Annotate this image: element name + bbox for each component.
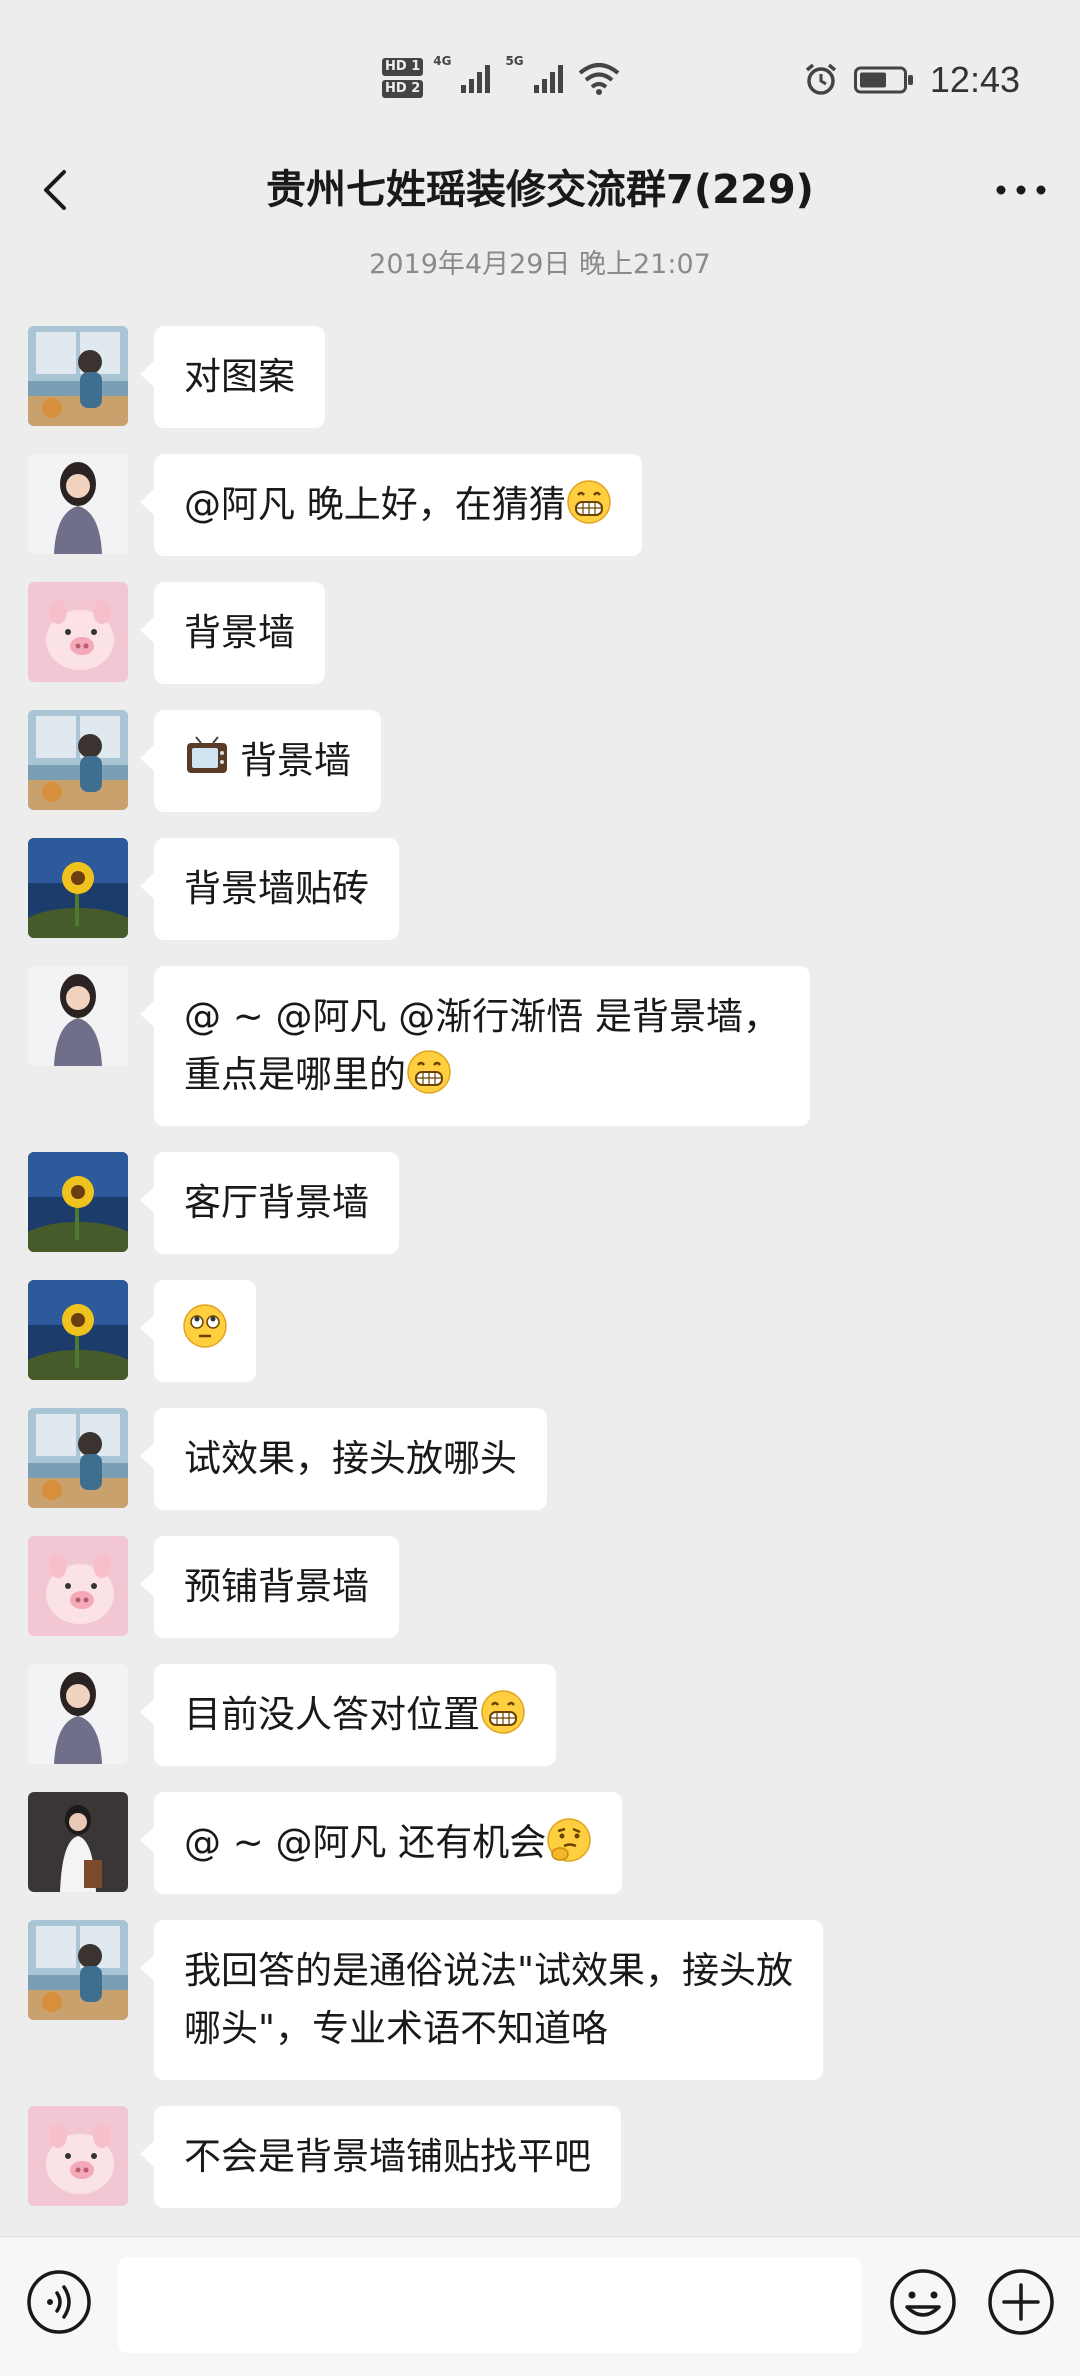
- message-bubble[interactable]: @阿凡 晚上好，在猜猜: [140, 454, 642, 556]
- message-item: [28, 1280, 256, 1382]
- tv-emoji-icon: [184, 735, 230, 781]
- avatar[interactable]: [28, 1920, 128, 2020]
- message-text: 客厅背景墙: [184, 1181, 369, 1224]
- avatar[interactable]: [28, 582, 128, 682]
- grin-emoji-icon: [566, 479, 612, 525]
- message-bubble[interactable]: 对图案: [140, 326, 325, 428]
- message-bubble[interactable]: 背景墙: [140, 710, 381, 812]
- message-bubble[interactable]: 试效果，接头放哪头: [140, 1408, 547, 1510]
- emoji-icon[interactable]: [888, 2267, 958, 2337]
- back-arrow-icon[interactable]: [28, 160, 88, 220]
- message-bubble[interactable]: 我回答的是通俗说法"试效果，接头放 哪头"，专业术语不知道咯: [139, 1920, 824, 2080]
- chat-header: 贵州七姓瑶装修交流群7(229): [0, 140, 1080, 240]
- voice-icon[interactable]: [26, 2269, 92, 2335]
- message-text-line: @ ~ @阿凡 @渐行渐悟 是背景墙，: [184, 995, 781, 1038]
- message-text: 预铺背景墙: [184, 1565, 369, 1608]
- message-item: 背景墙: [28, 710, 381, 812]
- status-bar: HD 1 HD 2 4G 5G 12:43: [0, 0, 1080, 140]
- message-text-line: 重点是哪里的: [184, 1053, 406, 1096]
- message-bubble[interactable]: 预铺背景墙: [140, 1536, 399, 1638]
- avatar[interactable]: [28, 838, 128, 938]
- message-item: @阿凡 晚上好，在猜猜: [28, 454, 642, 556]
- message-text: 目前没人答对位置: [184, 1693, 480, 1736]
- signal-icon: [461, 65, 491, 93]
- message-bubble[interactable]: 背景墙: [140, 582, 325, 684]
- message-bubble[interactable]: [140, 1280, 256, 1382]
- message-item: 我回答的是通俗说法"试效果，接头放 哪头"，专业术语不知道咯: [28, 1920, 824, 2080]
- message-text: 试效果，接头放哪头: [184, 1437, 517, 1480]
- avatar[interactable]: [28, 710, 128, 810]
- status-right: 12:43: [804, 52, 1020, 108]
- message-text: 背景墙贴砖: [184, 867, 369, 910]
- message-item: 背景墙贴砖: [28, 838, 399, 940]
- message-bubble[interactable]: 背景墙贴砖: [140, 838, 399, 940]
- message-item: 试效果，接头放哪头: [28, 1408, 547, 1510]
- thinking-emoji-icon: [546, 1817, 592, 1863]
- eyeroll-emoji-icon: [182, 1303, 228, 1349]
- message-bubble[interactable]: 客厅背景墙: [140, 1152, 399, 1254]
- message-bubble[interactable]: @ ~ @阿凡 还有机会: [139, 1792, 623, 1894]
- clock-time: 12:43: [929, 59, 1020, 100]
- message-text: 背景墙: [240, 739, 351, 782]
- avatar[interactable]: [28, 2106, 128, 2206]
- message-item: 不会是背景墙铺贴找平吧: [28, 2106, 621, 2208]
- message-text: 背景墙: [184, 611, 295, 654]
- message-input[interactable]: [118, 2257, 862, 2353]
- avatar[interactable]: [28, 454, 128, 554]
- alarm-icon: [805, 63, 837, 95]
- message-item: 目前没人答对位置: [28, 1664, 556, 1766]
- chat-title: 贵州七姓瑶装修交流群7(229): [266, 167, 814, 213]
- network-type-2: 5G: [505, 54, 524, 68]
- message-item: 预铺背景墙: [28, 1536, 399, 1638]
- grin-emoji-icon: [480, 1689, 526, 1735]
- wifi-icon: [578, 63, 619, 95]
- avatar[interactable]: [28, 1792, 128, 1892]
- message-text: @阿凡 晚上好，在猜猜: [184, 483, 566, 526]
- network-type-1: 4G: [433, 54, 452, 68]
- avatar[interactable]: [28, 1664, 128, 1764]
- avatar[interactable]: [28, 326, 128, 426]
- message-text-line: 我回答的是通俗说法"试效果，接头放: [184, 1949, 794, 1992]
- avatar[interactable]: [28, 1408, 128, 1508]
- plus-icon[interactable]: [986, 2267, 1056, 2337]
- battery-icon: [853, 66, 913, 94]
- message-item: @ ~ @阿凡 还有机会: [28, 1792, 623, 1894]
- input-bar: [0, 2236, 1080, 2376]
- more-options-icon[interactable]: [986, 160, 1056, 220]
- message-item: 对图案: [28, 326, 325, 428]
- message-item: @ ~ @阿凡 @渐行渐悟 是背景墙， 重点是哪里的: [28, 966, 811, 1126]
- message-text: 对图案: [184, 355, 295, 398]
- message-text: 不会是背景墙铺贴找平吧: [184, 2135, 591, 2178]
- hd2-badge: HD 2: [382, 80, 424, 98]
- message-text: @ ~ @阿凡 还有机会: [184, 1821, 547, 1864]
- avatar[interactable]: [28, 1152, 128, 1252]
- grin-emoji-icon: [406, 1049, 452, 1095]
- message-bubble[interactable]: 不会是背景墙铺贴找平吧: [140, 2106, 621, 2208]
- message-bubble[interactable]: 目前没人答对位置: [140, 1664, 556, 1766]
- avatar[interactable]: [28, 1536, 128, 1636]
- signal-icon: [533, 65, 563, 93]
- message-text-line: 哪头"，专业术语不知道咯: [184, 2007, 609, 2050]
- message-bubble[interactable]: @ ~ @阿凡 @渐行渐悟 是背景墙， 重点是哪里的: [139, 966, 811, 1126]
- avatar[interactable]: [28, 966, 128, 1066]
- message-item: 客厅背景墙: [28, 1152, 399, 1254]
- avatar[interactable]: [28, 1280, 128, 1380]
- hd1-badge: HD 1: [382, 58, 424, 76]
- network-indicators: HD 1 HD 2 4G 5G: [382, 48, 620, 108]
- message-item: 背景墙: [28, 582, 325, 684]
- message-timestamp: 2019年4月29日 晚上21:07: [369, 249, 711, 280]
